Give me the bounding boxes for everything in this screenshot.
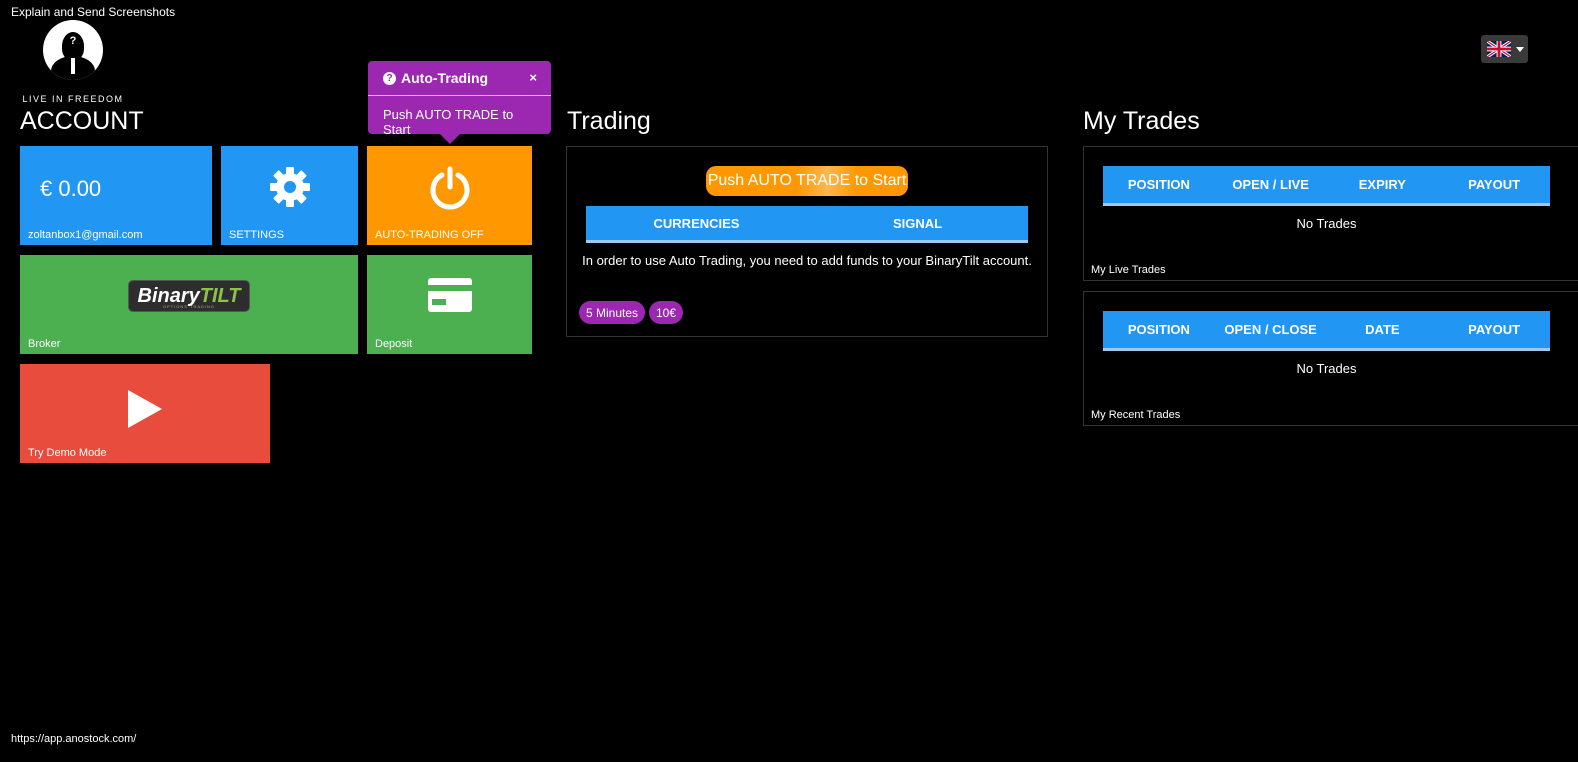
- trading-panel: Push AUTO TRADE to Start CURRENCIES SIGN…: [566, 146, 1048, 337]
- chevron-down-icon: [1516, 46, 1524, 52]
- live-trades-empty: No Trades: [1296, 216, 1357, 231]
- column-signal[interactable]: SIGNAL: [807, 216, 1028, 231]
- broker-logo-subtitle: OPTIONS TRADING: [162, 304, 216, 309]
- credit-card-icon: [427, 278, 472, 312]
- anonymous-mask-icon: ?: [43, 20, 103, 80]
- column-payout[interactable]: PAYOUT: [1438, 177, 1550, 192]
- column-open-live[interactable]: OPEN / LIVE: [1215, 177, 1327, 192]
- settings-label: SETTINGS: [229, 229, 285, 241]
- live-trades-caption: My Live Trades: [1091, 264, 1166, 276]
- account-title: ACCOUNT: [20, 107, 144, 135]
- popover-close-button[interactable]: ×: [529, 70, 537, 85]
- uk-flag-icon: [1487, 41, 1511, 57]
- language-selector[interactable]: [1481, 35, 1528, 63]
- trading-title: Trading: [567, 107, 651, 135]
- live-trades-panel: POSITION OPEN / LIVE EXPIRY PAYOUT No Tr…: [1083, 146, 1578, 281]
- my-trades-title: My Trades: [1083, 107, 1200, 135]
- demo-mode-label: Try Demo Mode: [28, 447, 107, 459]
- broker-tile[interactable]: Binary TILT OPTIONS TRADING Broker: [20, 255, 358, 354]
- logo-tagline: LIVE IN FREEDOM: [22, 94, 124, 104]
- auto-trading-popover: ? Auto-Trading × Push AUTO TRADE to Star…: [368, 61, 551, 144]
- deposit-tile[interactable]: Deposit: [367, 255, 532, 354]
- logo-mark-symbol: ?: [69, 35, 77, 47]
- push-auto-trade-button[interactable]: Push AUTO TRADE to Start: [706, 166, 908, 196]
- broker-label: Broker: [28, 338, 61, 350]
- popover-arrow: [440, 134, 460, 144]
- amount-pill[interactable]: 10€: [649, 301, 684, 324]
- live-trades-header: POSITION OPEN / LIVE EXPIRY PAYOUT: [1103, 166, 1550, 206]
- account-balance: € 0.00: [40, 176, 102, 201]
- status-bar-url: https://app.anostock.com/: [11, 733, 137, 745]
- anonymous-logo[interactable]: ? LIVE IN FREEDOM: [20, 20, 126, 104]
- settings-tile[interactable]: SETTINGS: [221, 146, 358, 245]
- binarytilt-logo: Binary TILT OPTIONS TRADING: [129, 281, 249, 311]
- recent-trades-header: POSITION OPEN / CLOSE DATE PAYOUT: [1103, 311, 1550, 351]
- demo-mode-tile[interactable]: Try Demo Mode: [20, 364, 270, 463]
- column-expiry[interactable]: EXPIRY: [1327, 177, 1439, 192]
- expiry-pill[interactable]: 5 Minutes: [579, 301, 646, 324]
- recent-trades-empty: No Trades: [1296, 361, 1357, 376]
- column-currencies[interactable]: CURRENCIES: [586, 216, 807, 231]
- column-payout[interactable]: PAYOUT: [1438, 322, 1550, 337]
- trading-table-header: CURRENCIES SIGNAL: [586, 206, 1028, 243]
- popover-title: Auto-Trading: [401, 70, 489, 86]
- column-position[interactable]: POSITION: [1103, 322, 1215, 337]
- deposit-label: Deposit: [375, 338, 413, 350]
- screenshot-caption: Explain and Send Screenshots: [11, 5, 176, 19]
- auto-trading-tile[interactable]: AUTO-TRADING OFF: [367, 146, 532, 245]
- account-email: zoltanbox1@gmail.com: [28, 229, 143, 241]
- recent-trades-panel: POSITION OPEN / CLOSE DATE PAYOUT No Tra…: [1083, 291, 1578, 426]
- auto-trading-status: AUTO-TRADING OFF: [375, 229, 484, 241]
- question-circle-icon: ?: [383, 71, 396, 85]
- balance-tile[interactable]: € 0.00 zoltanbox1@gmail.com: [20, 146, 212, 245]
- power-icon: [430, 166, 469, 210]
- auto-trading-info: In order to use Auto Trading, you need t…: [582, 253, 1032, 268]
- gear-icon: [269, 167, 310, 207]
- column-date[interactable]: DATE: [1327, 322, 1439, 337]
- play-icon: [128, 390, 162, 428]
- column-open-close[interactable]: OPEN / CLOSE: [1215, 322, 1327, 337]
- recent-trades-caption: My Recent Trades: [1091, 409, 1181, 421]
- column-position[interactable]: POSITION: [1103, 177, 1215, 192]
